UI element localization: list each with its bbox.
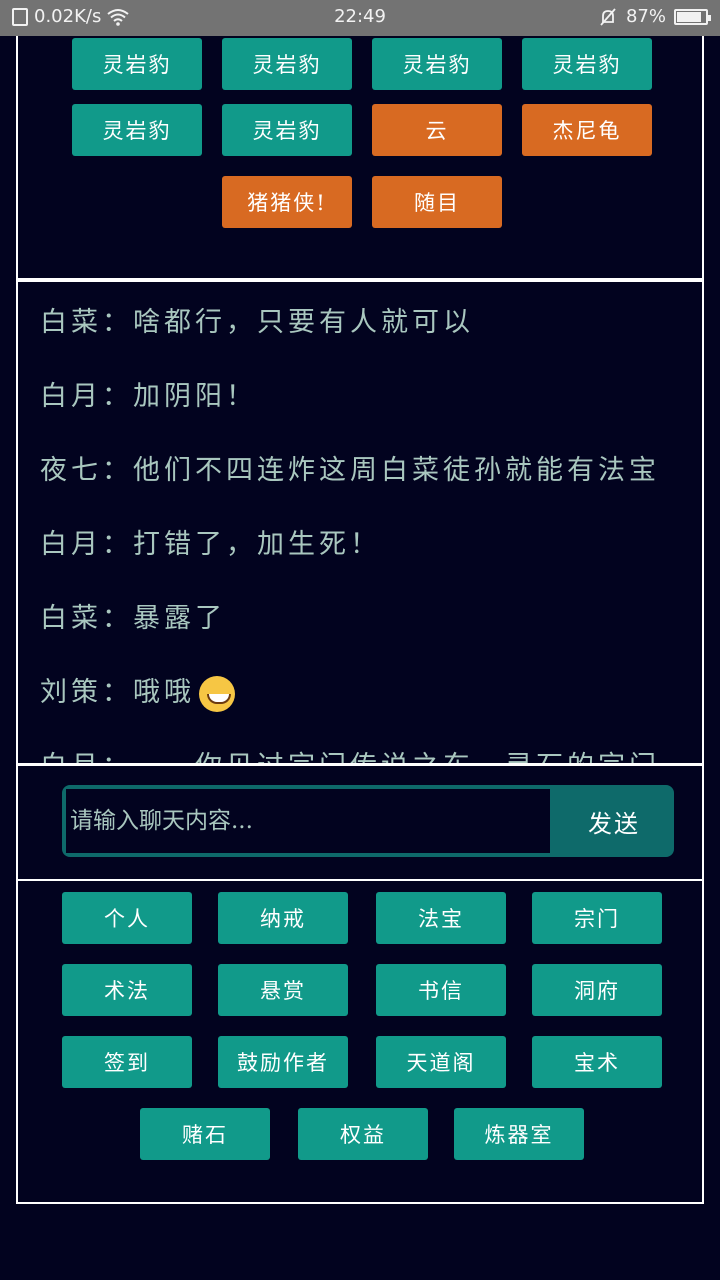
menu-button[interactable]: 个人 xyxy=(62,892,192,944)
player-button[interactable]: 猪猪侠! xyxy=(222,176,352,228)
chat-log[interactable]: 白菜：啥都行，只要有人就可以 白月：加阴阳！ 夜七：他们不四连炸这周白菜徒孙就能有法… xyxy=(16,280,704,766)
player-button[interactable]: 灵岩豹 xyxy=(72,38,202,90)
menu-button[interactable]: 签到 xyxy=(62,1036,192,1088)
battery-percent: 87% xyxy=(625,6,666,27)
chat-input[interactable] xyxy=(66,789,550,853)
chat-message: 白菜：暴露了 xyxy=(40,596,226,635)
grinning-sweat-emoji-icon xyxy=(199,675,235,712)
menu-button[interactable]: 术法 xyxy=(62,964,192,1016)
player-button[interactable]: 灵岩豹 xyxy=(522,38,652,90)
menu-button[interactable]: 宝术 xyxy=(532,1036,662,1088)
menu-button[interactable]: 书信 xyxy=(376,964,506,1016)
menu-button[interactable]: 洞府 xyxy=(532,964,662,1016)
status-bar: 0.02K/s 22:49 87% xyxy=(0,0,720,36)
player-button[interactable]: 杰尼龟 xyxy=(522,104,652,156)
player-button-panel: 灵岩豹 灵岩豹 灵岩豹 灵岩豹 灵岩豹 灵岩豹云杰尼龟 猪猪侠! 随目 xyxy=(16,36,704,280)
player-button[interactable]: 灵岩豹 xyxy=(222,38,352,90)
chat-input-bar: 发送 xyxy=(16,763,704,881)
player-button[interactable]: 随目 xyxy=(372,176,502,228)
main-menu-panel: 个人 纳戒 法宝 宗门术法 悬赏 书信 洞府签到 鼓励作者 天道阁 宝术赌石 权益 炼器室 xyxy=(16,879,704,1204)
menu-button[interactable]: 宗门 xyxy=(532,892,662,944)
chat-message-text: 白月：加阴阳！ xyxy=(40,381,257,412)
chat-message-text: 白菜：啥都行，只要有人就可以 xyxy=(40,307,474,338)
menu-button[interactable]: 权益 xyxy=(298,1108,428,1160)
menu-button[interactable]: 天道阁 xyxy=(376,1036,506,1088)
menu-button[interactable]: 炼器室 xyxy=(454,1108,584,1160)
player-button[interactable]: 灵岩豹 xyxy=(72,104,202,156)
chat-message-text: 白菜：暴露了 xyxy=(40,603,226,634)
player-button[interactable]: 灵岩豹 xyxy=(222,104,352,156)
bell-muted-icon xyxy=(600,7,616,26)
battery-icon xyxy=(674,8,711,25)
player-button[interactable]: 云 xyxy=(372,104,502,156)
chat-message-text: 夜七：他们不四连炸这周白菜徒孙就能有法宝 xyxy=(40,455,660,486)
chat-message: 白月：打错了，加生死！ xyxy=(40,522,381,561)
chat-message: 刘策：哦哦 xyxy=(40,670,235,712)
chat-message-text: 白月：打错了，加生死！ xyxy=(40,529,381,560)
menu-button[interactable]: 法宝 xyxy=(376,892,506,944)
chat-message: 白菜：啥都行，只要有人就可以 xyxy=(40,300,474,339)
chat-input-wrapper: 发送 xyxy=(62,785,674,857)
send-button[interactable]: 发送 xyxy=(554,785,674,857)
chat-message: 白月：加阴阳！ xyxy=(40,374,257,413)
chat-message-text: 刘策：哦哦 xyxy=(40,677,195,708)
menu-button[interactable]: 悬赏 xyxy=(218,964,348,1016)
menu-button[interactable]: 鼓励作者 xyxy=(218,1036,348,1088)
player-button[interactable]: 灵岩豹 xyxy=(372,38,502,90)
menu-button[interactable]: 纳戒 xyxy=(218,892,348,944)
menu-button[interactable]: 赌石 xyxy=(140,1108,270,1160)
chat-message: 夜七：他们不四连炸这周白菜徒孙就能有法宝 xyxy=(40,448,660,487)
